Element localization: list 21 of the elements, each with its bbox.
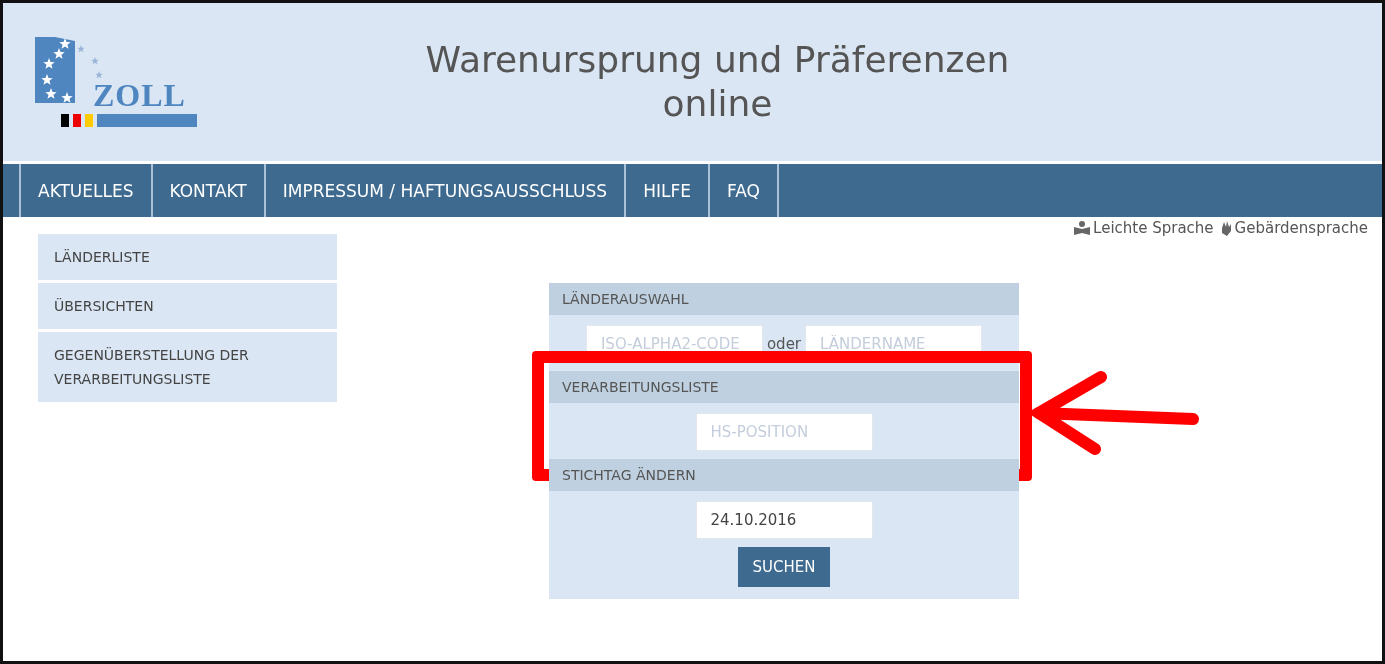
nav-link[interactable]: IMPRESSUM / HAFTUNGSAUSSCHLUSS (263, 164, 625, 217)
logo-text: ZOLL (93, 76, 186, 114)
sidebar-link[interactable]: ÜBERSICHTEN (38, 283, 337, 329)
separator-text: oder (766, 335, 802, 353)
nav-link[interactable]: FAQ (707, 164, 779, 217)
nav-link[interactable]: AKTUELLES (19, 164, 151, 217)
input-field[interactable]: 24.10.2016 (695, 501, 873, 539)
book-reader-icon (1074, 221, 1091, 235)
nav-link[interactable]: HILFE (624, 164, 708, 217)
section-heading: LÄNDERAUSWAHL (549, 283, 1019, 315)
nav-link[interactable]: KONTAKT (150, 164, 264, 217)
sidebar-link[interactable]: GEGENÜBERSTELLUNG DER VERARBEITUNGSLISTE (38, 332, 337, 402)
section-heading: STICHTAG ÄNDERN (549, 459, 1019, 491)
site-title: Warenursprung und Präferenzen online (424, 38, 1011, 126)
input-field[interactable]: HS-POSITION (695, 413, 873, 451)
accessibility-link[interactable]: Gebärdensprache (1219, 219, 1368, 237)
search-button[interactable]: SUCHEN (737, 547, 831, 587)
section-heading: VERARBEITUNGSLISTE (549, 371, 1019, 403)
accessibility-link[interactable]: Leichte Sprache (1074, 219, 1214, 237)
hand-icon (1219, 220, 1232, 236)
sidebar-link[interactable]: LÄNDERLISTE (38, 234, 337, 280)
